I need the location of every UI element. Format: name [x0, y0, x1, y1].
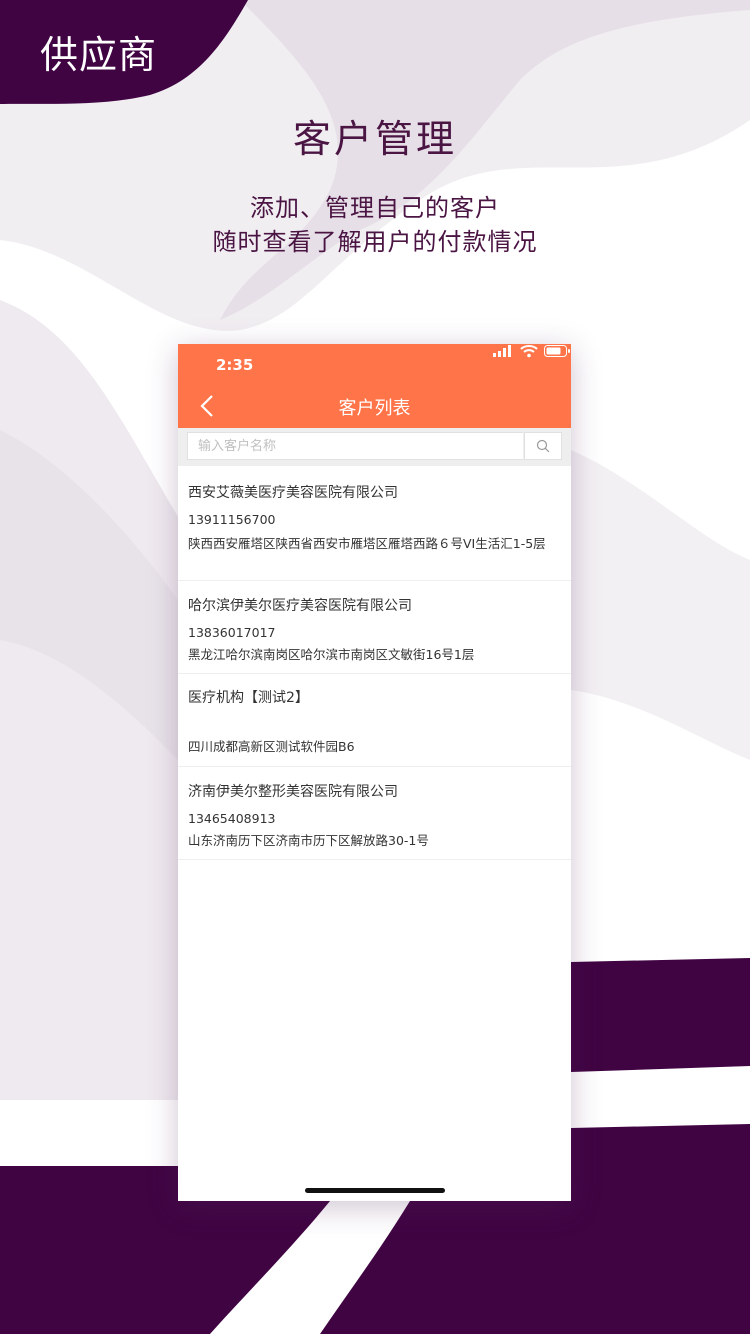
customer-name: 哈尔滨伊美尔医疗美容医院有限公司: [188, 598, 412, 614]
list-item[interactable]: 西安艾薇美医疗美容医院有限公司 13911156700 陕西西安雁塔区陕西省西安…: [178, 470, 571, 581]
customer-address: 陕西西安雁塔区陕西省西安市雁塔区雁塔西路６号VI生活汇1-5层: [188, 536, 546, 551]
customer-phone: 13465408913: [188, 811, 276, 826]
customer-address: 山东济南历下区济南市历下区解放路30-1号: [188, 833, 429, 848]
customer-address: 黑龙江哈尔滨南岗区哈尔滨市南岗区文敏街16号1层: [188, 647, 475, 662]
battery-icon: [544, 345, 570, 357]
nav-title: 客户列表: [338, 398, 411, 419]
list-item[interactable]: 医疗机构【测试2】 四川成都高新区测试软件园B6: [178, 674, 571, 767]
home-indicator[interactable]: [305, 1188, 445, 1193]
search-icon: [536, 439, 550, 453]
search-button[interactable]: [524, 432, 562, 460]
signal-icon: [493, 345, 511, 357]
list-item[interactable]: 哈尔滨伊美尔医疗美容医院有限公司 13836017017 黑龙江哈尔滨南岗区哈尔…: [178, 581, 571, 674]
phone-mockup: 2:35 客户列表 输入客户名称 西安艾薇美医疗美容医院有限公司 1391115…: [178, 344, 571, 1201]
status-time: 2:35: [216, 356, 254, 374]
brand-tag: 供应商: [40, 33, 158, 77]
search-input[interactable]: [187, 432, 523, 460]
customer-name: 西安艾薇美医疗美容医院有限公司: [188, 485, 398, 501]
customer-name: 医疗机构【测试2】: [188, 690, 309, 706]
nav-bar: 2:35 客户列表: [178, 344, 571, 428]
page-subtitle-line2: 随时查看了解用户的付款情况: [212, 228, 538, 256]
customer-list: 西安艾薇美医疗美容医院有限公司 13911156700 陕西西安雁塔区陕西省西安…: [178, 470, 571, 860]
search-bar: [178, 428, 571, 466]
wifi-icon: [520, 345, 538, 358]
customer-phone: 13836017017: [188, 625, 276, 640]
page-subtitle-line1: 添加、管理自己的客户: [250, 194, 500, 222]
page-title: 客户管理: [292, 117, 457, 161]
customer-phone: 13911156700: [188, 512, 276, 527]
list-item[interactable]: 济南伊美尔整形美容医院有限公司 13465408913 山东济南历下区济南市历下…: [178, 767, 571, 860]
customer-address: 四川成都高新区测试软件园B6: [188, 739, 355, 754]
customer-name: 济南伊美尔整形美容医院有限公司: [188, 784, 398, 800]
